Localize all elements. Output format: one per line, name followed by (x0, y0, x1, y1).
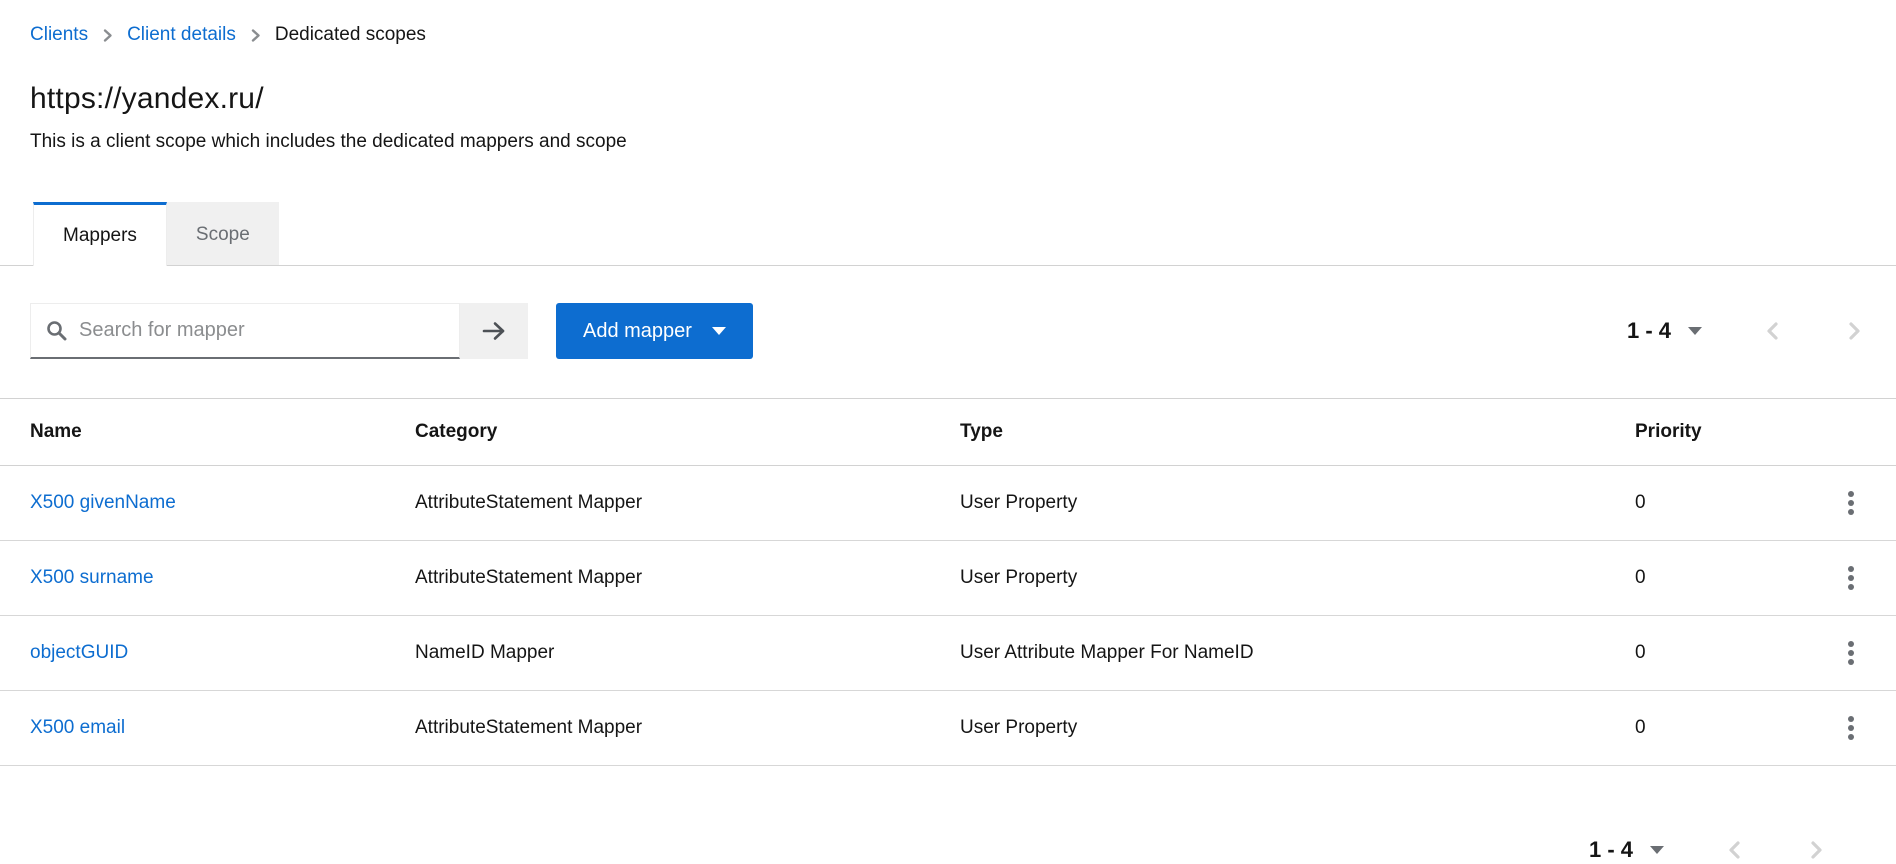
mapper-name-link[interactable]: X500 givenName (30, 492, 176, 513)
caret-down-icon (712, 327, 726, 335)
mapper-name-link[interactable]: objectGUID (30, 642, 128, 663)
table-row: objectGUID NameID Mapper User Attribute … (0, 616, 1896, 691)
search-box (30, 303, 460, 359)
search-group (30, 303, 528, 359)
pagination-prev-button[interactable] (1722, 836, 1746, 864)
tab-scope-label: Scope (196, 224, 250, 246)
pagination-bottom: 1 - 4 (0, 836, 1896, 864)
chevron-right-icon (1847, 320, 1862, 342)
mapper-type: User Property (960, 466, 1635, 541)
table-row: X500 givenName AttributeStatement Mapper… (0, 466, 1896, 541)
search-input[interactable] (79, 319, 459, 342)
search-icon (46, 320, 67, 341)
tab-bar: Mappers Scope (0, 202, 1896, 266)
arrow-right-icon (480, 319, 508, 343)
column-header-type: Type (960, 399, 1635, 466)
mapper-priority: 0 (1635, 691, 1815, 766)
kebab-icon (1848, 716, 1854, 722)
chevron-left-icon (1765, 320, 1780, 342)
mappers-table: Name Category Type Priority X500 givenNa… (0, 398, 1896, 766)
chevron-right-icon (1809, 839, 1824, 861)
pagination-range-dropdown[interactable]: 1 - 4 (1627, 318, 1702, 344)
kebab-icon (1848, 641, 1854, 647)
pagination-range-dropdown[interactable]: 1 - 4 (1589, 837, 1664, 863)
pagination-next-button[interactable] (1842, 317, 1866, 345)
pagination-prev-button[interactable] (1760, 317, 1784, 345)
row-kebab-menu-button[interactable] (1838, 485, 1864, 521)
mapper-name-link[interactable]: X500 email (30, 717, 125, 738)
pagination-top: 1 - 4 (1627, 317, 1866, 345)
breadcrumb-clients-link[interactable]: Clients (30, 24, 88, 46)
breadcrumb-client-details-link[interactable]: Client details (127, 24, 236, 46)
tab-mappers-label: Mappers (63, 225, 137, 247)
column-header-name: Name (0, 399, 415, 466)
kebab-icon (1848, 491, 1854, 497)
add-mapper-label: Add mapper (583, 320, 692, 343)
mapper-type: User Property (960, 691, 1635, 766)
mapper-priority: 0 (1635, 616, 1815, 691)
pagination-range-label: 1 - 4 (1589, 837, 1633, 863)
mapper-priority: 0 (1635, 466, 1815, 541)
column-header-category: Category (415, 399, 960, 466)
row-kebab-menu-button[interactable] (1838, 635, 1864, 671)
kebab-icon (1848, 566, 1854, 572)
mapper-type: User Property (960, 541, 1635, 616)
mappers-toolbar: Add mapper 1 - 4 (30, 303, 1866, 359)
row-kebab-menu-button[interactable] (1838, 560, 1864, 596)
page-title: https://yandex.ru/ (30, 82, 1866, 116)
caret-down-icon (1650, 846, 1664, 854)
table-header-row: Name Category Type Priority (0, 399, 1896, 466)
column-header-priority: Priority (1635, 399, 1815, 466)
mapper-category: AttributeStatement Mapper (415, 466, 960, 541)
mapper-category: NameID Mapper (415, 616, 960, 691)
pagination-range-label: 1 - 4 (1627, 318, 1671, 344)
table-row: X500 email AttributeStatement Mapper Use… (0, 691, 1896, 766)
chevron-right-icon (102, 27, 113, 44)
pagination-next-button[interactable] (1804, 836, 1828, 864)
caret-down-icon (1688, 327, 1702, 335)
add-mapper-button[interactable]: Add mapper (556, 303, 753, 359)
chevron-left-icon (1727, 839, 1742, 861)
chevron-right-icon (250, 27, 261, 44)
dedicated-scopes-page: Clients Client details Dedicated scopes … (0, 0, 1896, 850)
tab-scope[interactable]: Scope (167, 202, 279, 265)
page-subtitle: This is a client scope which includes th… (30, 131, 1866, 153)
search-submit-button[interactable] (460, 303, 528, 359)
mapper-category: AttributeStatement Mapper (415, 691, 960, 766)
mapper-name-link[interactable]: X500 surname (30, 567, 154, 588)
row-kebab-menu-button[interactable] (1838, 710, 1864, 746)
table-row: X500 surname AttributeStatement Mapper U… (0, 541, 1896, 616)
mapper-category: AttributeStatement Mapper (415, 541, 960, 616)
mapper-priority: 0 (1635, 541, 1815, 616)
breadcrumb-current-page: Dedicated scopes (275, 24, 426, 46)
breadcrumb: Clients Client details Dedicated scopes (0, 0, 1896, 46)
tab-mappers[interactable]: Mappers (33, 202, 167, 266)
mapper-type: User Attribute Mapper For NameID (960, 616, 1635, 691)
column-header-actions (1815, 399, 1896, 466)
